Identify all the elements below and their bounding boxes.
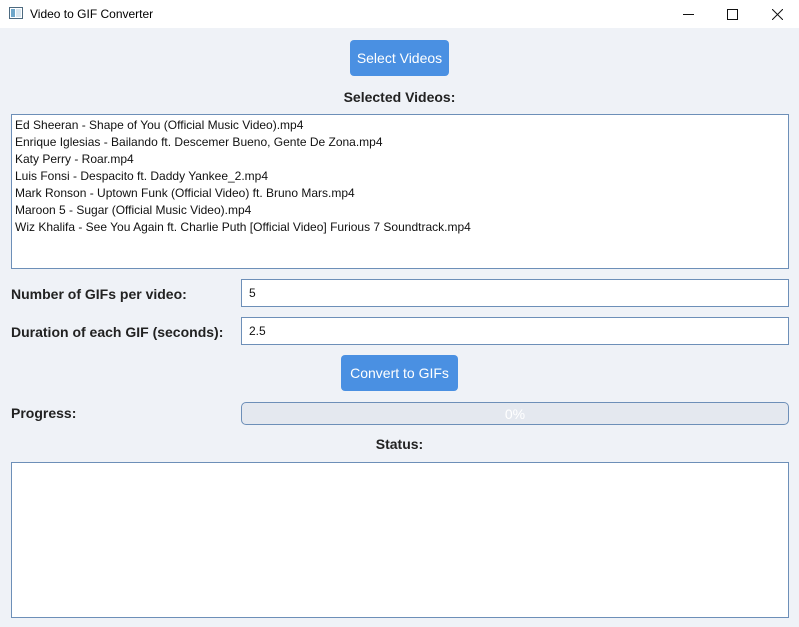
app-window-icon <box>9 7 23 19</box>
status-label: Status: <box>375 436 424 452</box>
gif-duration-label: Duration of each GIF (seconds): <box>11 324 224 340</box>
video-list-item[interactable]: Maroon 5 - Sugar (Official Music Video).… <box>15 202 785 219</box>
video-list-item[interactable]: Enrique Iglesias - Bailando ft. Descemer… <box>15 134 785 151</box>
video-list-item[interactable]: Ed Sheeran - Shape of You (Official Musi… <box>15 117 785 134</box>
selected-videos-label: Selected Videos: <box>343 89 456 105</box>
progress-text: 0% <box>504 405 526 422</box>
convert-to-gifs-button[interactable]: Convert to GIFs <box>341 355 458 391</box>
maximize-button[interactable] <box>709 0 755 28</box>
video-list-item[interactable]: Mark Ronson - Uptown Funk (Official Vide… <box>15 185 785 202</box>
gif-count-input[interactable] <box>241 279 789 307</box>
progress-label: Progress: <box>11 405 77 421</box>
minimize-icon <box>682 13 694 15</box>
video-list-item[interactable]: Luis Fonsi - Despacito ft. Daddy Yankee_… <box>15 168 785 185</box>
select-videos-button[interactable]: Select Videos <box>350 40 449 76</box>
status-box[interactable] <box>11 462 789 618</box>
close-button[interactable] <box>754 0 799 28</box>
gif-count-label: Number of GIFs per video: <box>11 286 187 302</box>
selected-videos-list[interactable]: Ed Sheeran - Shape of You (Official Musi… <box>11 114 789 269</box>
video-list-item[interactable]: Wiz Khalifa - See You Again ft. Charlie … <box>15 219 785 236</box>
title-bar: Video to GIF Converter <box>0 0 799 28</box>
progress-bar: 0% <box>241 402 789 425</box>
close-icon <box>771 8 783 20</box>
minimize-button[interactable] <box>665 0 711 28</box>
maximize-icon <box>726 8 738 20</box>
window-title: Video to GIF Converter <box>30 7 154 21</box>
video-list-item[interactable]: Katy Perry - Roar.mp4 <box>15 151 785 168</box>
gif-duration-input[interactable] <box>241 317 789 345</box>
